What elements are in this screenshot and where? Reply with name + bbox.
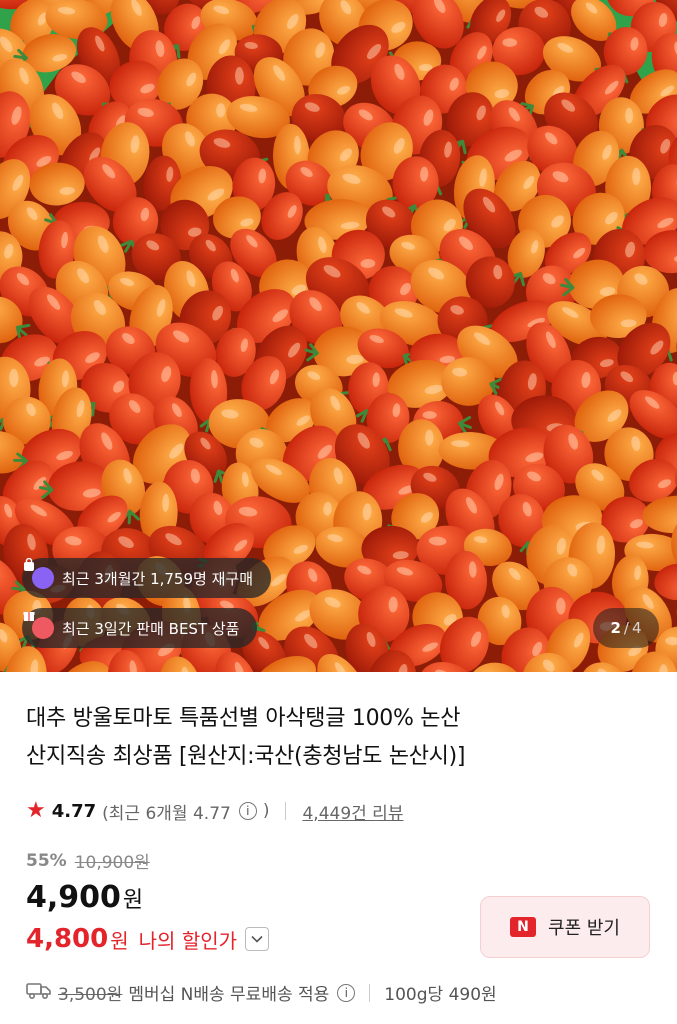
pager-total: 4 [631, 619, 642, 637]
coupon-button[interactable]: N 쿠폰 받기 [480, 896, 650, 958]
my-price-label: 나의 할인가 [138, 928, 238, 953]
chevron-down-icon[interactable] [245, 927, 270, 951]
shipping-row: 3,500원 멤버십 N배송 무료배송 적용 i 100g당 490원 [26, 980, 497, 1005]
star-icon: ★ [26, 798, 46, 823]
pager-current: 2 [610, 619, 621, 637]
gift-icon [23, 612, 54, 639]
divider [369, 983, 371, 1002]
best-seller-text: 최근 3일간 판매 BEST 상품 [62, 619, 240, 638]
shipping-fee: 3,500원 [58, 985, 123, 1005]
discount-rate: 55% [26, 850, 67, 871]
repurchase-text: 최근 3개월간 1,759명 재구매 [62, 569, 253, 588]
sale-price-unit: 원 [122, 888, 144, 913]
coupon-n-icon: N [510, 917, 537, 937]
sale-price: 4,900 [26, 880, 121, 915]
my-price: 4,800 [26, 924, 109, 954]
truck-icon [26, 980, 52, 1005]
rating-row: ★ 4.77 (최근 6개월 4.77 i ) 4,449건 리뷰 [26, 797, 403, 825]
shipping-text: 멤버십 N배송 무료배송 적용 [128, 985, 330, 1005]
rating-period-close: ) [262, 801, 270, 821]
sale-price-row: 4,900 원 [26, 880, 143, 915]
product-title: 대추 방울토마토 특품선별 아삭탱글 100% 논산 산지직송 최상품 [원산지… [26, 700, 646, 776]
product-title-line2: 산지직송 최상품 [원산지:국산(충청남도 논산시)] [26, 744, 466, 769]
pager-separator: / [623, 619, 629, 637]
info-icon[interactable]: i [238, 802, 257, 820]
original-price: 10,900원 [74, 853, 150, 873]
unit-price: 100g당 490원 [384, 985, 497, 1005]
shopping-bag-icon [24, 558, 54, 589]
my-price-row[interactable]: 4,800 원 나의 할인가 [26, 924, 270, 954]
my-price-unit: 원 [110, 928, 129, 953]
best-seller-badge: 최근 3일간 판매 BEST 상품 [22, 608, 258, 648]
product-title-line1: 대추 방울토마토 특품선별 아삭탱글 100% 논산 [26, 706, 461, 731]
image-pager: 2 / 4 [593, 608, 659, 648]
original-price-row: 55% 10,900원 [26, 848, 150, 874]
repurchase-badge: 최근 3개월간 1,759명 재구매 [22, 558, 271, 598]
info-icon[interactable]: i [337, 983, 356, 1002]
rating-score: 4.77 [51, 800, 97, 822]
coupon-label: 쿠폰 받기 [548, 918, 620, 939]
reviews-link[interactable]: 4,449건 리뷰 [302, 799, 403, 824]
rating-period: (최근 6개월 4.77 [102, 803, 231, 824]
product-image[interactable]: 최근 3개월간 1,759명 재구매 최근 3일간 판매 BEST 상품 2 /… [0, 0, 677, 672]
divider [285, 802, 287, 820]
